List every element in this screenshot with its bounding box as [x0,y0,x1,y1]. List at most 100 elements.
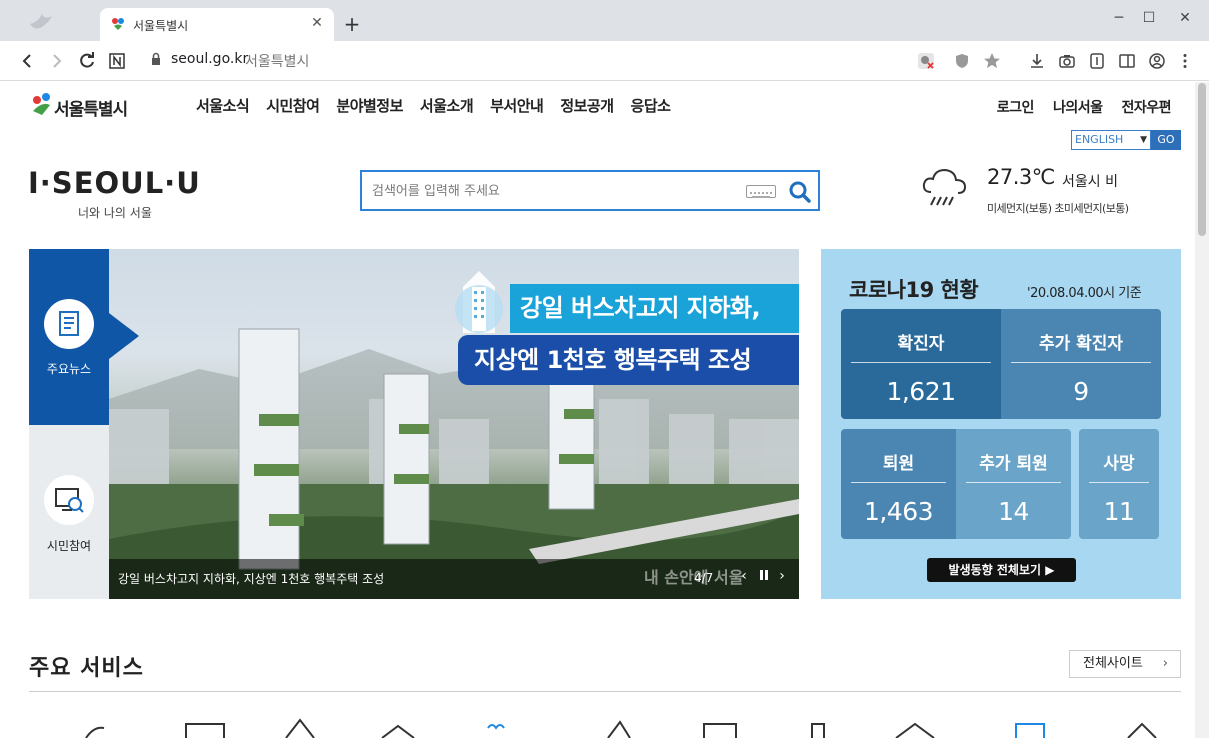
nav-item-participation[interactable]: 시민참여 [266,95,320,116]
service-icon-7 [703,723,737,738]
main-visual-banner[interactable]: 강일 버스차고지 지하화, 지상엔 1천호 행복주택 조성 강일 버스차고지 지… [109,249,799,599]
tab-title: 서울특별시 [133,19,189,33]
nav-item-info-by-field[interactable]: 분야별정보 [336,95,403,116]
covid-title: 코로나19 현황 [849,278,979,302]
all-sites-button[interactable]: 전체사이트 › [1069,650,1181,678]
chevron-right-icon: › [1162,656,1168,671]
camera-icon[interactable] [1057,51,1077,71]
side-tab-participation[interactable]: 시민참여 [29,425,109,599]
download-icon[interactable] [1027,51,1047,71]
service-icon-2 [185,723,225,738]
participation-icon [44,475,94,525]
reload-icon [80,52,94,68]
service-icon-8 [811,723,825,738]
news-icon [44,299,94,349]
new-tab-button[interactable]: + [340,12,364,36]
released-box: 퇴원 1,463 [841,429,956,539]
notion-extension-button[interactable] [105,49,129,73]
nav-item-disclosure[interactable]: 정보공개 [560,95,614,116]
sidebar-icon[interactable] [1117,51,1137,71]
side-tab-news[interactable]: 주요뉴스 [29,249,139,425]
hero-caption-line2: 지상엔 1천호 행복주택 조성 [458,335,799,385]
seoul-logo-icon[interactable] [30,91,54,117]
profile-icon[interactable] [1147,51,1167,71]
added-confirmed-label: 추가 확진자 [1011,309,1151,363]
weather-location: 서울시 비 [1062,174,1118,190]
reader-icon[interactable] [1087,51,1107,71]
added-released-count: 14 [998,497,1029,526]
iseoulu-subtitle: 너와 나의 서울 [78,206,152,220]
scrollbar-thumb[interactable] [1198,83,1206,236]
login-link[interactable]: 로그인 [997,97,1035,117]
language-select[interactable]: ENGLISH ▼ [1071,130,1151,150]
confirmed-box: 확진자 1,621 [841,309,1001,419]
iseoulu-brand[interactable]: I·SEOUL·U [28,166,201,200]
service-icon-5 [487,724,505,730]
nav-item-about-seoul[interactable]: 서울소개 [420,95,474,116]
url-domain[interactable]: seoul.go.kr [171,51,248,67]
site-logo-text[interactable]: 서울특별시 [54,95,128,120]
deaths-count: 11 [1103,497,1135,526]
browser-tab[interactable]: 서울특별시 ✕ [100,8,334,41]
deaths-label: 사망 [1089,429,1149,483]
section-divider [29,691,1181,692]
hero-bottom-text[interactable]: 강일 버스차고지 지하화, 지상엔 1천호 행복주택 조성 [118,570,384,587]
reload-button[interactable] [75,49,99,73]
nav-item-news[interactable]: 서울소식 [196,95,250,116]
forward-arrow-icon [53,54,62,68]
utility-links: 로그인 나의서울 전자우편 [978,97,1172,117]
added-released-box: 추가 퇴원 14 [956,429,1071,539]
language-go-button[interactable]: GO [1151,130,1181,150]
service-icon-3 [285,718,315,738]
hero-prev-icon[interactable]: ‹ [737,568,751,584]
maximize-button[interactable]: ☐ [1137,8,1161,28]
service-icons-row [85,718,1157,738]
service-icon-10 [1015,723,1045,738]
back-button[interactable] [15,49,39,73]
bookmark-star-icon[interactable] [982,51,1002,71]
active-tab-pointer [109,313,139,359]
close-window-button[interactable]: ✕ [1173,8,1197,28]
service-icon-6 [607,720,631,738]
hero-caption-bar: 강일 버스차고지 지하화, 지상엔 1천호 행복주택 조성 내 손안에 서울 4… [109,559,799,599]
more-menu-icon[interactable] [1175,51,1195,71]
all-sites-label: 전체사이트 [1083,656,1143,671]
browser-toolbar: seoul.go.kr 서울특별시 [0,41,1209,81]
email-link[interactable]: 전자우편 [1121,97,1171,117]
tab-close-icon[interactable]: ✕ [308,14,326,32]
main-navigation: 서울소식 시민참여 분야별정보 서울소개 부서안내 정보공개 응답소 [196,95,687,116]
language-selected: ENGLISH [1075,133,1124,146]
url-page-title[interactable]: 서울특별시 [245,51,309,71]
service-icon-1 [85,726,105,738]
minimize-button[interactable]: ─ [1107,8,1131,28]
nav-item-eungdapso[interactable]: 응답소 [631,95,671,116]
temperature: 27.3℃ [987,165,1055,189]
covid-status-panel: 코로나19 현황 '20.08.04.00시 기준 확진자 1,621 추가 확… [821,249,1181,599]
confirmed-label: 확진자 [851,309,991,363]
search-input[interactable] [372,180,732,202]
main-services-title: 주요 서비스 [29,656,144,681]
confirmed-count: 1,621 [886,377,956,406]
lock-icon[interactable] [150,52,162,69]
my-seoul-link[interactable]: 나의서울 [1053,97,1103,117]
browser-tab-strip: 서울특별시 ✕ + ─ ☐ ✕ [0,0,1209,41]
seoul-favicon-icon [112,18,124,30]
bird-icon [30,14,52,29]
forward-button[interactable] [45,49,69,73]
notion-icon [109,53,125,69]
hero-next-icon[interactable]: › [775,568,789,584]
dust-status: 미세먼지(보통) 초미세먼지(보통) [987,202,1129,215]
dropdown-arrow-icon: ▼ [1140,135,1147,145]
blocked-popup-icon[interactable] [916,51,936,71]
back-arrow-icon [22,54,31,68]
added-confirmed-count: 9 [1073,377,1089,406]
search-icon[interactable] [788,180,812,204]
shield-icon[interactable] [952,51,972,71]
released-label: 퇴원 [851,429,946,483]
covid-view-all-button[interactable]: 발생동향 전체보기 ▶ [927,558,1076,582]
hero-pause-icon[interactable] [757,568,771,586]
virtual-keyboard-icon[interactable] [746,185,776,198]
nav-item-departments[interactable]: 부서안내 [490,95,544,116]
rain-cloud-icon [922,168,967,206]
added-released-label: 추가 퇴원 [966,429,1061,483]
